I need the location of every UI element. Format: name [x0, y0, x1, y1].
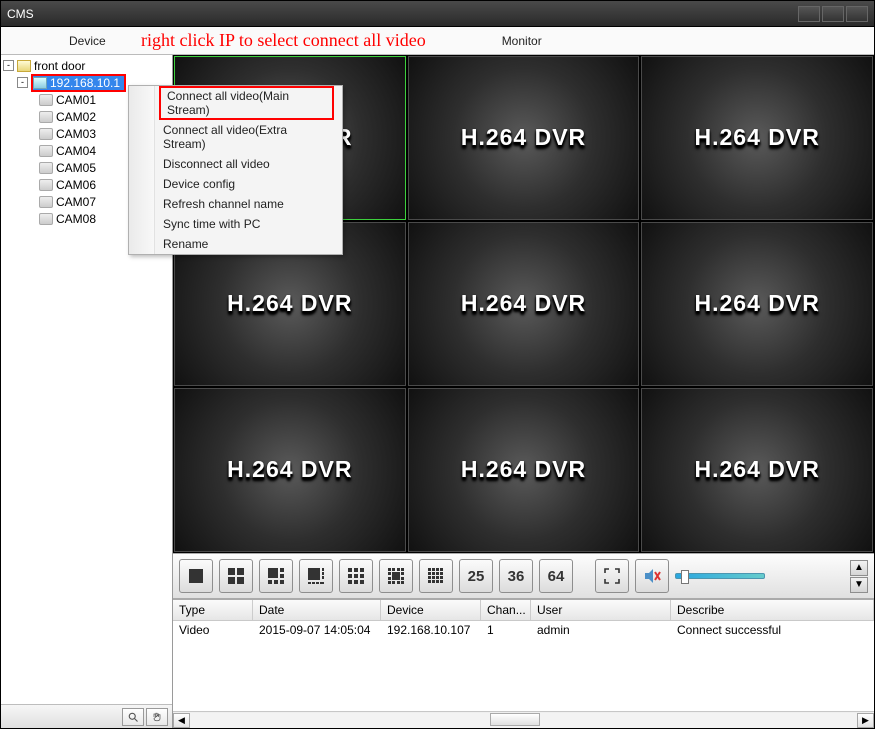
- scroll-right-button[interactable]: ▶: [857, 713, 874, 728]
- ctx-refresh-channel[interactable]: Refresh channel name: [129, 194, 342, 214]
- device-ip-label: 192.168.10.1: [50, 76, 120, 90]
- camera-icon: [39, 145, 53, 157]
- video-cell[interactable]: H.264 DVR: [641, 222, 873, 386]
- video-cell[interactable]: H.264 DVR: [408, 388, 640, 552]
- minimize-button[interactable]: [798, 6, 820, 22]
- layout-4-button[interactable]: [219, 559, 253, 593]
- collapse-icon[interactable]: -: [3, 60, 14, 71]
- camera-icon: [39, 213, 53, 225]
- settings-button[interactable]: [146, 708, 168, 726]
- layout-6-button[interactable]: [259, 559, 293, 593]
- search-icon: [127, 711, 139, 723]
- camera-icon: [39, 111, 53, 123]
- log-col-describe[interactable]: Describe: [671, 600, 874, 620]
- ip-highlight-box: 192.168.10.1: [31, 74, 126, 92]
- hand-icon: [151, 711, 163, 723]
- video-cell[interactable]: H.264 DVR: [408, 56, 640, 220]
- video-cell[interactable]: H.264 DVR: [641, 56, 873, 220]
- folder-icon: [17, 60, 31, 72]
- log-header: Type Date Device Chan... User Describe: [173, 600, 874, 621]
- horizontal-scrollbar[interactable]: ◀ ▶: [173, 711, 874, 728]
- scroll-up-button[interactable]: ▲: [850, 560, 868, 576]
- menu-bar: Device right click IP to select connect …: [1, 27, 874, 55]
- video-cell[interactable]: H.264 DVR: [174, 388, 406, 552]
- window-title: CMS: [7, 7, 34, 21]
- camera-icon: [39, 196, 53, 208]
- close-button[interactable]: [846, 6, 868, 22]
- scroll-thumb[interactable]: [490, 713, 540, 726]
- layout-25-button[interactable]: 25: [459, 559, 493, 593]
- fullscreen-button[interactable]: [595, 559, 629, 593]
- slider-thumb[interactable]: [681, 570, 689, 584]
- ctx-connect-main[interactable]: Connect all video(Main Stream): [129, 86, 342, 120]
- log-col-channel[interactable]: Chan...: [481, 600, 531, 620]
- layout-toolbar: 25 36 64 ▲ ▼: [173, 553, 874, 599]
- log-col-date[interactable]: Date: [253, 600, 381, 620]
- tree-root[interactable]: - front door: [1, 57, 172, 74]
- camera-icon: [39, 179, 53, 191]
- volume-slider[interactable]: [675, 573, 765, 579]
- context-menu: Connect all video(Main Stream) Connect a…: [128, 85, 343, 255]
- ctx-sync-time[interactable]: Sync time with PC: [129, 214, 342, 234]
- instruction-annotation: right click IP to select connect all vid…: [141, 30, 426, 51]
- video-cell[interactable]: H.264 DVR: [641, 388, 873, 552]
- layout-16-button[interactable]: [419, 559, 453, 593]
- log-row[interactable]: Video 2015-09-07 14:05:04 192.168.10.107…: [173, 621, 874, 639]
- log-col-type[interactable]: Type: [173, 600, 253, 620]
- layout-36-button[interactable]: 36: [499, 559, 533, 593]
- ctx-connect-extra[interactable]: Connect all video(Extra Stream): [129, 120, 342, 154]
- log-panel: Type Date Device Chan... User Describe V…: [173, 599, 874, 711]
- log-body[interactable]: Video 2015-09-07 14:05:04 192.168.10.107…: [173, 621, 874, 711]
- mute-button[interactable]: [635, 559, 669, 593]
- menu-monitor[interactable]: Monitor: [474, 34, 570, 48]
- search-button[interactable]: [122, 708, 144, 726]
- menu-device[interactable]: Device: [41, 34, 134, 48]
- layout-64-button[interactable]: 64: [539, 559, 573, 593]
- log-col-user[interactable]: User: [531, 600, 671, 620]
- camera-icon: [39, 162, 53, 174]
- ctx-disconnect[interactable]: Disconnect all video: [129, 154, 342, 174]
- log-col-device[interactable]: Device: [381, 600, 481, 620]
- camera-icon: [39, 128, 53, 140]
- layout-13-button[interactable]: [379, 559, 413, 593]
- ctx-device-config[interactable]: Device config: [129, 174, 342, 194]
- ctx-rename[interactable]: Rename: [129, 234, 342, 254]
- layout-8-button[interactable]: [299, 559, 333, 593]
- maximize-button[interactable]: [822, 6, 844, 22]
- scroll-left-button[interactable]: ◀: [173, 713, 190, 728]
- layout-9-button[interactable]: [339, 559, 373, 593]
- scroll-down-button[interactable]: ▼: [850, 577, 868, 593]
- collapse-icon[interactable]: -: [17, 77, 28, 88]
- layout-1-button[interactable]: [179, 559, 213, 593]
- scroll-track[interactable]: [190, 713, 857, 728]
- tree-root-label: front door: [34, 59, 85, 73]
- camera-icon: [39, 94, 53, 106]
- title-bar: CMS: [1, 1, 874, 27]
- device-icon: [33, 77, 47, 89]
- video-cell[interactable]: H.264 DVR: [408, 222, 640, 386]
